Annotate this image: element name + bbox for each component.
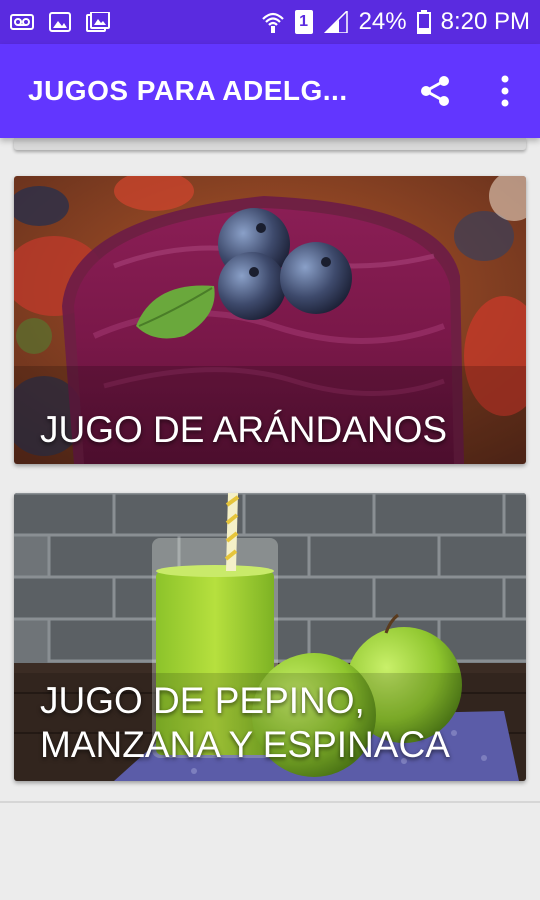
signal-icon xyxy=(323,11,348,33)
sim-icon: 1 xyxy=(294,10,313,34)
share-icon xyxy=(421,76,449,106)
overflow-menu-icon xyxy=(501,75,509,107)
app-bar: JUGOS PARA ADELG... xyxy=(0,44,540,138)
battery-percent: 24% xyxy=(358,8,407,35)
status-bar: 1 24% 8:20 PM xyxy=(0,0,540,44)
gallery-icon xyxy=(86,12,110,32)
juice-list[interactable]: JUGO DE ARÁNDANOS JUGO DE PEPINO, MANZAN… xyxy=(0,138,540,900)
battery-icon xyxy=(416,10,431,34)
card-green-juice[interactable]: JUGO DE PEPINO, MANZANA Y ESPINACA xyxy=(14,493,526,781)
overflow-menu-button[interactable] xyxy=(470,56,540,126)
wifi-icon xyxy=(261,12,284,33)
list-divider xyxy=(0,801,540,803)
app-title: JUGOS PARA ADELG... xyxy=(28,75,348,106)
card-title: JUGO DE PEPINO, MANZANA Y ESPINACA xyxy=(40,680,450,765)
image-icon xyxy=(49,12,71,32)
card-blueberry-juice[interactable]: JUGO DE ARÁNDANOS xyxy=(14,176,526,464)
clock: 8:20 PM xyxy=(440,8,530,35)
voicemail-icon xyxy=(10,14,34,30)
card-title: JUGO DE ARÁNDANOS xyxy=(40,409,448,450)
share-button[interactable] xyxy=(400,56,470,126)
previous-card-edge[interactable] xyxy=(14,138,526,150)
